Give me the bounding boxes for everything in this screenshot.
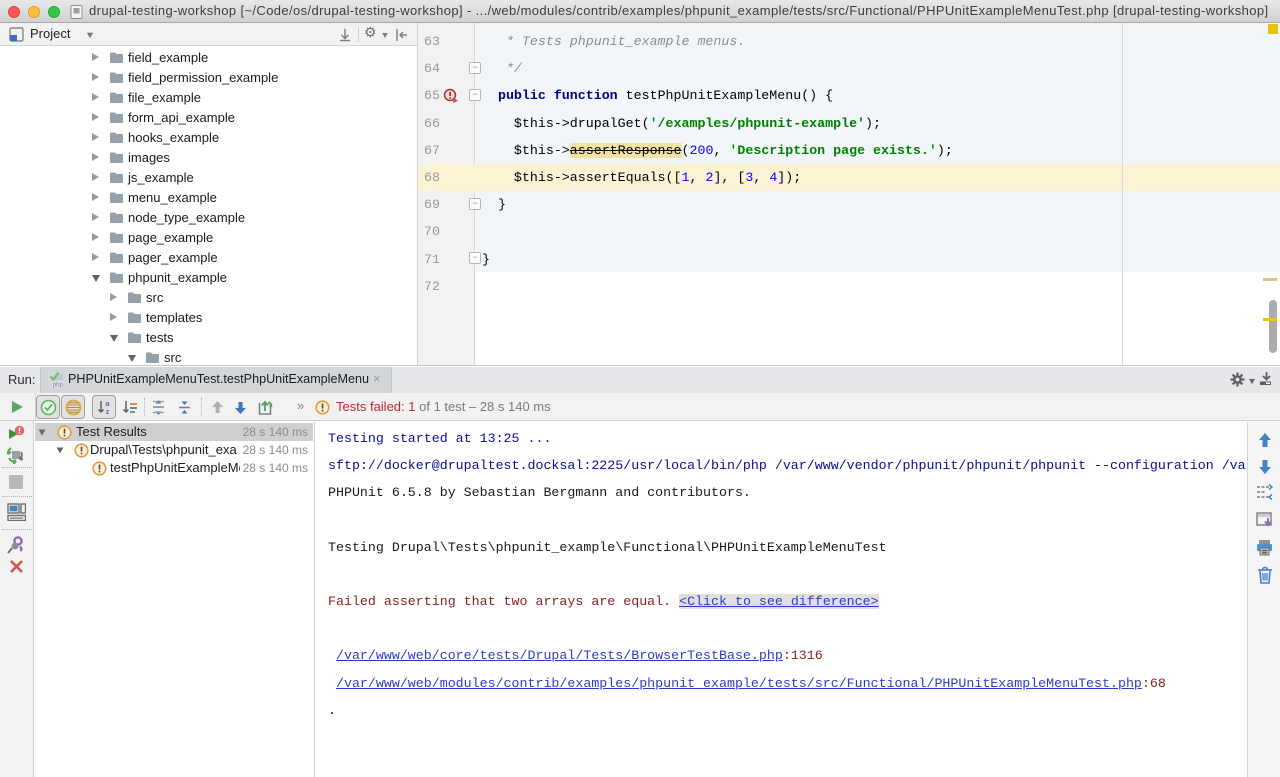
svg-text:php: php bbox=[53, 382, 64, 389]
svg-text:z: z bbox=[106, 407, 110, 416]
